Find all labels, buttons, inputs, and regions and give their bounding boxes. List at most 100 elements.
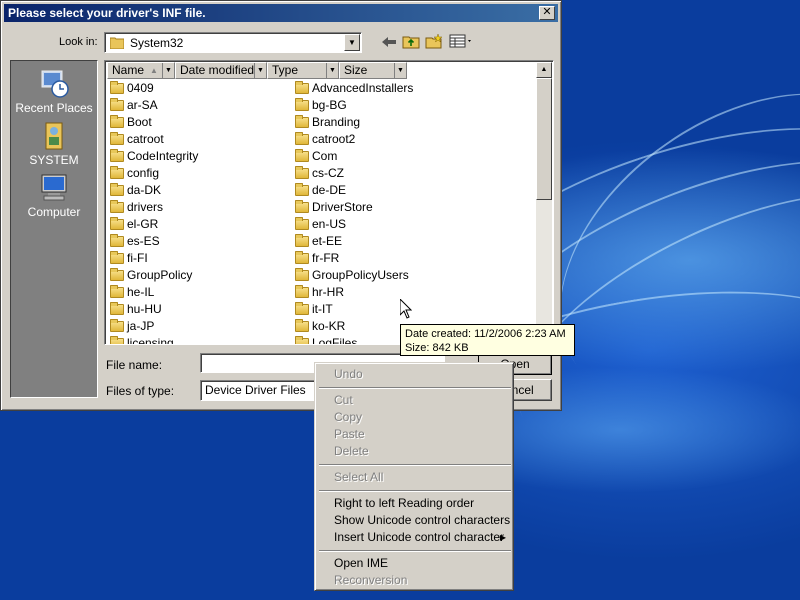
file-column-1: 0409 ar-SA Boot catroot CodeIntegrity config d…	[107, 80, 287, 344]
menu-item-insert-unicode-control-character[interactable]: Insert Unicode control character ▶	[318, 529, 512, 546]
place-system[interactable]: SYSTEM	[11, 119, 97, 167]
list-item[interactable]: it-IT	[292, 301, 492, 318]
folder-icon	[295, 132, 309, 145]
column-type[interactable]: Type ▼	[267, 62, 339, 79]
menu-item-open-ime[interactable]: Open IME	[318, 555, 512, 572]
list-item[interactable]: el-GR	[107, 216, 287, 233]
list-item[interactable]: GroupPolicyUsers	[292, 267, 492, 284]
list-item[interactable]: de-DE	[292, 182, 492, 199]
files-of-type-label: Files of type:	[106, 384, 175, 398]
place-label: SYSTEM	[29, 153, 79, 167]
file-name: GroupPolicy	[127, 268, 193, 282]
column-label: Size	[344, 63, 368, 77]
folder-icon	[295, 149, 309, 162]
file-name: fi-FI	[127, 251, 148, 265]
list-item[interactable]: da-DK	[107, 182, 287, 199]
chevron-down-icon[interactable]: ▼	[344, 34, 360, 51]
up-folder-icon[interactable]	[401, 34, 421, 52]
list-item[interactable]: 0409	[107, 80, 287, 97]
file-name: el-GR	[127, 217, 159, 231]
recent-places-icon	[38, 67, 70, 99]
list-item[interactable]: fi-FI	[107, 250, 287, 267]
menu-item-select-all[interactable]: Select All	[318, 469, 512, 486]
list-item[interactable]: ar-SA	[107, 97, 287, 114]
column-label: Name	[112, 63, 145, 77]
view-menu-icon[interactable]	[448, 34, 474, 52]
folder-icon	[110, 268, 124, 281]
list-item[interactable]: drivers	[107, 199, 287, 216]
menu-item-right-to-left-reading-order[interactable]: Right to left Reading order	[318, 495, 512, 512]
file-name: config	[127, 166, 160, 180]
chevron-down-icon[interactable]: ▼	[254, 63, 266, 78]
menu-item-cut[interactable]: Cut	[318, 392, 512, 409]
list-item[interactable]: DriverStore	[292, 199, 492, 216]
list-item[interactable]: es-ES	[107, 233, 287, 250]
column-name[interactable]: Name ▲ ▼	[107, 62, 175, 79]
chevron-down-icon[interactable]: ▼	[162, 63, 174, 78]
menu-item-paste[interactable]: Paste	[318, 426, 512, 443]
column-label: Date modified	[180, 63, 255, 77]
menu-item-label: Open IME	[334, 556, 389, 570]
list-item[interactable]: CodeIntegrity	[107, 148, 287, 165]
list-item[interactable]: fr-FR	[292, 250, 492, 267]
new-folder-icon[interactable]	[424, 33, 444, 52]
file-name: catroot2	[312, 132, 356, 146]
menu-item-copy[interactable]: Copy	[318, 409, 512, 426]
context-menu: Undo Cut Copy Paste Delete Select All Right to…	[314, 362, 514, 591]
place-computer[interactable]: Computer	[11, 171, 97, 219]
look-in-combobox[interactable]: System32 ▼	[104, 32, 362, 53]
menu-item-delete[interactable]: Delete	[318, 443, 512, 460]
scroll-thumb[interactable]	[536, 78, 552, 200]
list-item[interactable]: Com	[292, 148, 492, 165]
list-item[interactable]: ja-JP	[107, 318, 287, 335]
column-label: Type	[272, 63, 299, 77]
menu-item-label: Cut	[334, 393, 353, 407]
list-item[interactable]: hu-HU	[107, 301, 287, 318]
menu-separator	[319, 490, 511, 492]
folder-icon	[295, 115, 309, 128]
list-item[interactable]: et-EE	[292, 233, 492, 250]
menu-item-reconversion[interactable]: Reconversion	[318, 572, 512, 589]
folder-icon	[110, 217, 124, 230]
folder-icon	[295, 319, 309, 332]
column-header: Name ▲ ▼ Date modified ▼ Type ▼ Size ▼	[107, 62, 407, 79]
chevron-down-icon[interactable]: ▼	[394, 63, 406, 78]
list-item[interactable]: AdvancedInstallers	[292, 80, 492, 97]
place-recent-places[interactable]: Recent Places	[11, 67, 97, 115]
look-in-value: System32	[130, 36, 184, 50]
chevron-down-icon[interactable]: ▼	[326, 63, 338, 78]
list-item[interactable]: bg-BG	[292, 97, 492, 114]
scroll-up-button[interactable]: ▲	[536, 62, 552, 78]
menu-item-undo[interactable]: Undo	[318, 366, 512, 383]
list-item[interactable]: Branding	[292, 114, 492, 131]
menu-item-label: Delete	[334, 444, 369, 458]
menu-item-show-unicode-control-characters[interactable]: Show Unicode control characters	[318, 512, 512, 529]
list-item[interactable]: cs-CZ	[292, 165, 492, 182]
back-icon[interactable]	[379, 34, 399, 52]
folder-icon	[110, 302, 124, 315]
list-item[interactable]: he-IL	[107, 284, 287, 301]
vertical-scrollbar[interactable]: ▲	[536, 62, 552, 343]
close-button[interactable]: ✕	[539, 6, 555, 20]
dialog-titlebar[interactable]: Please select your driver's INF file. ✕	[4, 4, 558, 22]
folder-icon	[110, 81, 124, 94]
list-item[interactable]: catroot2	[292, 131, 492, 148]
list-item[interactable]: Boot	[107, 114, 287, 131]
files-of-type-value: Device Driver Files	[205, 383, 306, 397]
file-column-2: AdvancedInstallers bg-BG Branding catroot2 C…	[292, 80, 492, 344]
list-item[interactable]: hr-HR	[292, 284, 492, 301]
column-size[interactable]: Size ▼	[339, 62, 407, 79]
list-item[interactable]: GroupPolicy	[107, 267, 287, 284]
file-tooltip: Date created: 11/2/2006 2:23 AM Size: 84…	[400, 324, 575, 356]
list-item[interactable]: config	[107, 165, 287, 182]
list-item[interactable]: catroot	[107, 131, 287, 148]
list-item[interactable]: en-US	[292, 216, 492, 233]
computer-icon	[38, 171, 70, 203]
column-date-modified[interactable]: Date modified ▼	[175, 62, 267, 79]
file-name: he-IL	[127, 285, 155, 299]
file-name-label: File name:	[106, 358, 163, 372]
list-item[interactable]: licensing	[107, 335, 287, 344]
file-name: hr-HR	[312, 285, 344, 299]
file-list[interactable]: Name ▲ ▼ Date modified ▼ Type ▼ Size ▼ 0409 ar…	[104, 60, 554, 345]
mouse-cursor-icon	[399, 297, 413, 322]
